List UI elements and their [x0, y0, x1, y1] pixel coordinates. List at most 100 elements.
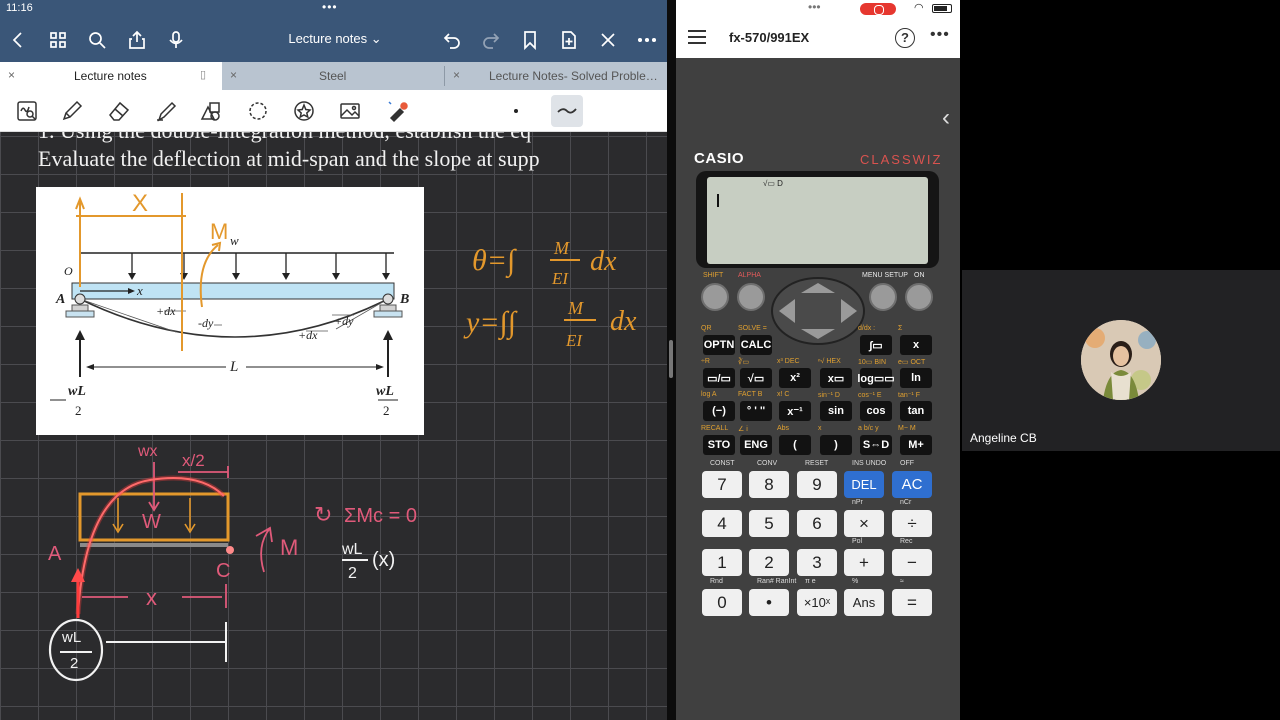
- calc-key[interactable]: ): [820, 435, 852, 455]
- calc-key[interactable]: ln: [900, 368, 932, 388]
- menu-key[interactable]: [869, 283, 897, 311]
- key-secondary-label: CONST: [710, 460, 735, 467]
- undo-icon[interactable]: [440, 28, 464, 52]
- brand-logo: CASIO: [694, 150, 745, 167]
- calc-key[interactable]: log▭▭: [857, 368, 895, 388]
- collapse-arrow-icon[interactable]: ‹: [942, 104, 950, 132]
- document-title-dropdown[interactable]: Lecture notes ⌄: [270, 31, 400, 47]
- calc-key[interactable]: AC: [892, 471, 932, 498]
- highlighter-icon[interactable]: [153, 98, 179, 124]
- series-logo: CLASSWIZ: [860, 152, 943, 167]
- calc-key[interactable]: ° ' '': [740, 401, 772, 421]
- calc-key[interactable]: 9: [797, 471, 837, 498]
- calc-key[interactable]: =: [892, 589, 932, 616]
- calc-key[interactable]: OPTN: [703, 335, 735, 355]
- calc-key[interactable]: DEL: [844, 471, 884, 498]
- calc-key[interactable]: 5: [749, 510, 789, 537]
- calc-key[interactable]: 6: [797, 510, 837, 537]
- calc-key[interactable]: M+: [900, 435, 932, 455]
- calc-key[interactable]: tan: [900, 401, 932, 421]
- key-secondary-label: CONV: [757, 460, 778, 467]
- more-options-icon[interactable]: [635, 28, 659, 52]
- shapes-icon[interactable]: [198, 98, 224, 124]
- key-secondary-label: ∛▭: [738, 359, 750, 366]
- more-options-icon[interactable]: •••: [930, 26, 950, 44]
- calc-key[interactable]: x²: [779, 368, 811, 388]
- calc-key[interactable]: ÷: [892, 510, 932, 537]
- calc-key[interactable]: sin: [820, 401, 852, 421]
- term-denominator: 2: [348, 565, 357, 582]
- split-handle[interactable]: [669, 340, 673, 378]
- notes-canvas[interactable]: 1. Using the double-integration method, …: [0, 132, 667, 720]
- eraser-icon[interactable]: [106, 98, 132, 124]
- menu-icon[interactable]: [688, 30, 706, 46]
- shift-key[interactable]: [701, 283, 729, 311]
- multitask-dots[interactable]: •••: [808, 0, 821, 14]
- calc-key[interactable]: (: [779, 435, 811, 455]
- calc-key[interactable]: ×10ˣ: [797, 589, 837, 616]
- calc-key[interactable]: 0: [702, 589, 742, 616]
- key-secondary-label: RECALL: [701, 425, 729, 432]
- calc-key[interactable]: 3: [797, 549, 837, 576]
- grid-view-icon[interactable]: [46, 28, 70, 52]
- calc-key[interactable]: 1: [702, 549, 742, 576]
- calc-key[interactable]: (−): [703, 401, 735, 421]
- tab-lecture-notes[interactable]: × Lecture notes ▯: [0, 62, 222, 90]
- search-icon[interactable]: [85, 28, 109, 52]
- stroke-style-icon[interactable]: [551, 95, 583, 127]
- laser-pointer-icon[interactable]: [385, 98, 411, 124]
- key-secondary-label: M− M: [898, 425, 916, 432]
- calc-key[interactable]: x▭: [820, 368, 852, 388]
- key-secondary-label: nCr: [900, 499, 912, 506]
- direction-pad[interactable]: [771, 277, 865, 345]
- close-tab-icon[interactable]: ×: [230, 68, 237, 82]
- multitask-dots[interactable]: •••: [322, 0, 338, 14]
- display-indicator: √▭ D: [763, 179, 783, 188]
- zoom-box-icon[interactable]: [14, 98, 40, 124]
- calc-key[interactable]: √▭: [740, 368, 772, 388]
- calc-key[interactable]: •: [749, 589, 789, 616]
- key-secondary-label: a b/c y: [858, 425, 879, 432]
- split-view-divider[interactable]: [667, 0, 676, 720]
- microphone-icon[interactable]: [164, 28, 188, 52]
- calc-key[interactable]: ∫▭: [860, 335, 892, 355]
- redo-icon[interactable]: [479, 28, 503, 52]
- dot-size-icon[interactable]: [503, 98, 529, 124]
- sticker-icon[interactable]: [291, 98, 317, 124]
- calc-key[interactable]: cos: [860, 401, 892, 421]
- add-page-icon[interactable]: [557, 28, 581, 52]
- slope-fraction-denominator: EI: [551, 269, 569, 288]
- display-cursor: [717, 194, 719, 207]
- calc-key[interactable]: x⁻¹: [779, 401, 811, 421]
- calc-key[interactable]: ×: [844, 510, 884, 537]
- help-icon[interactable]: ?: [895, 28, 915, 48]
- calc-key[interactable]: 8: [749, 471, 789, 498]
- pen-icon[interactable]: [59, 98, 85, 124]
- calc-key[interactable]: −: [892, 549, 932, 576]
- tab-solved-problems[interactable]: × Lecture Notes- Solved Proble…: [445, 62, 667, 90]
- on-key[interactable]: [905, 283, 933, 311]
- close-tab-icon[interactable]: ×: [453, 68, 460, 82]
- close-tools-icon[interactable]: [596, 28, 620, 52]
- alpha-key[interactable]: [737, 283, 765, 311]
- calc-key[interactable]: S⇔D: [860, 435, 892, 455]
- calc-key[interactable]: +: [844, 549, 884, 576]
- calc-key[interactable]: x: [900, 335, 932, 355]
- calculator-app: ••• ◠ fx-570/991EX ? ••• ‹ CASIO CLASSWI…: [676, 0, 960, 720]
- lasso-icon[interactable]: [245, 98, 271, 124]
- sidebar-toggle-icon[interactable]: ▯: [200, 68, 206, 81]
- calc-key[interactable]: 4: [702, 510, 742, 537]
- calc-key[interactable]: ▭/▭: [703, 368, 735, 388]
- calc-key[interactable]: 7: [702, 471, 742, 498]
- close-tab-icon[interactable]: ×: [8, 68, 15, 82]
- calc-key[interactable]: Ans: [844, 589, 884, 616]
- share-icon[interactable]: [125, 28, 149, 52]
- calc-key[interactable]: CALC: [740, 335, 772, 355]
- back-icon[interactable]: [6, 28, 30, 52]
- tab-steel[interactable]: × Steel: [222, 62, 444, 90]
- calc-key[interactable]: 2: [749, 549, 789, 576]
- calc-key[interactable]: STO: [703, 435, 735, 455]
- image-icon[interactable]: [337, 98, 363, 124]
- calc-key[interactable]: ENG: [740, 435, 772, 455]
- bookmark-icon[interactable]: [518, 28, 542, 52]
